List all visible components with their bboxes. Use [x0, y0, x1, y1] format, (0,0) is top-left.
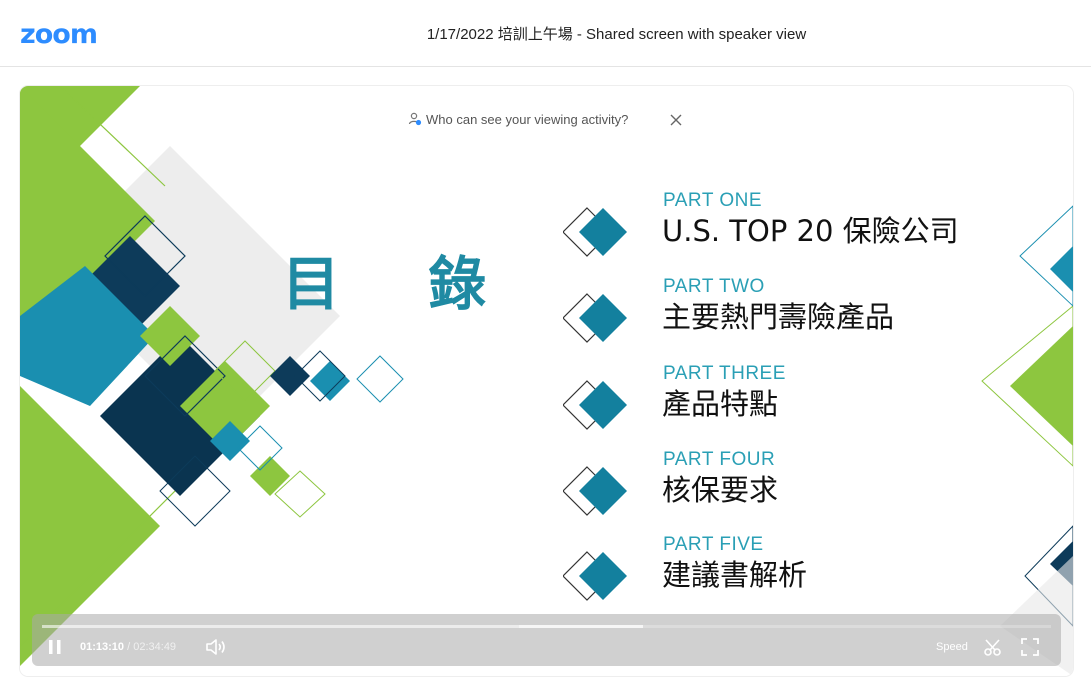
part-label: PART FOUR [663, 449, 776, 470]
speed-button[interactable]: Speed [936, 639, 968, 655]
progress-played [42, 625, 519, 628]
slide-heading: 目 錄 [282, 250, 521, 318]
viewing-activity-link[interactable]: Who can see your viewing activity? [426, 110, 628, 130]
volume-icon [206, 639, 225, 655]
pause-icon [49, 640, 61, 654]
diamond-bullet-icon [563, 293, 627, 343]
toc-item: PART THREE 產品特點 [563, 363, 983, 437]
clip-button[interactable] [982, 636, 1004, 658]
diamond-bullet-icon [563, 466, 627, 516]
person-shield-icon [408, 112, 422, 126]
fullscreen-icon [1021, 638, 1039, 656]
part-label: PART TWO [663, 276, 765, 297]
viewing-activity-notice[interactable]: Who can see your viewing activity? [408, 110, 682, 130]
time-display: 01:13:10 / 02:34:49 [80, 639, 176, 655]
scissors-icon [984, 639, 1001, 656]
volume-button[interactable] [204, 636, 226, 658]
toc-item: PART FOUR 核保要求 [563, 449, 983, 523]
part-title: U.S. TOP 20 保險公司 [662, 214, 959, 248]
video-player[interactable]: Who can see your viewing activity? 目 錄 P… [20, 86, 1073, 676]
toc-item: PART TWO 主要熱門壽險產品 [563, 276, 983, 350]
part-title: 建議書解析 [662, 558, 808, 592]
diamond-bullet-icon [563, 380, 627, 430]
time-separator: / [127, 641, 131, 653]
player-controls: 01:13:10 / 02:34:49 Speed [32, 614, 1061, 666]
duration: 02:34:49 [133, 641, 177, 653]
recording-title: 1/17/2022 培訓上午場 - Shared screen with spe… [426, 26, 807, 43]
progress-buffered [518, 625, 644, 628]
toc-item: PART ONE U.S. TOP 20 保險公司 [563, 190, 983, 264]
zoom-logo[interactable]: zoom [20, 20, 98, 50]
current-time: 01:13:10 [80, 641, 125, 653]
fullscreen-button[interactable] [1019, 636, 1041, 658]
part-label: PART FIVE [663, 534, 764, 555]
part-title: 核保要求 [662, 473, 779, 507]
part-label: PART THREE [663, 363, 786, 384]
part-label: PART ONE [663, 190, 763, 211]
toc-item: PART FIVE 建議書解析 [563, 534, 983, 608]
diamond-bullet-icon [563, 551, 627, 601]
progress-bar[interactable] [42, 625, 1051, 628]
pause-button[interactable] [44, 636, 66, 658]
part-title: 主要熱門壽險產品 [662, 300, 895, 334]
page-header: zoom 1/17/2022 培訓上午場 - Shared screen wit… [0, 0, 1091, 67]
close-icon[interactable] [670, 110, 682, 132]
diamond-bullet-icon [563, 207, 627, 257]
part-title: 產品特點 [662, 387, 779, 421]
